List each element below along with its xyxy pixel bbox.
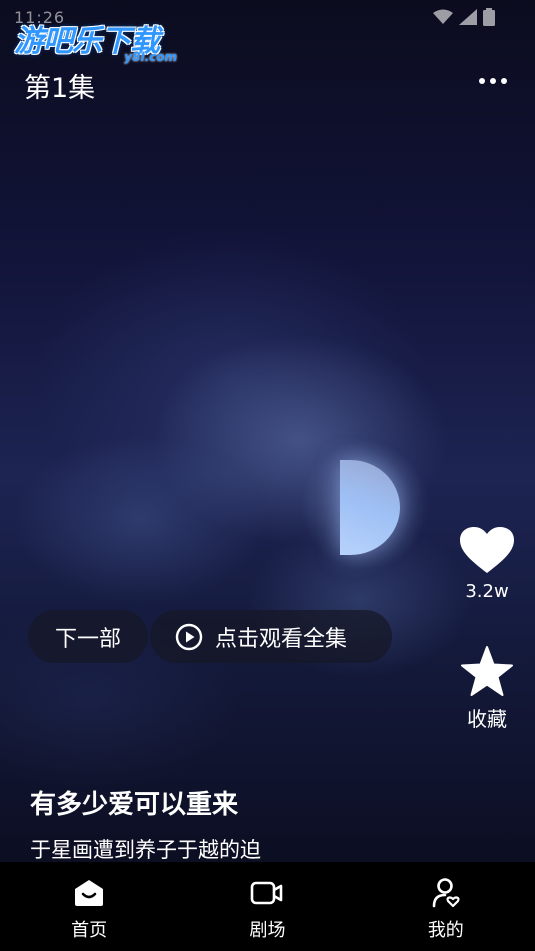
video-camera-icon xyxy=(250,876,284,910)
video-frame[interactable] xyxy=(0,0,535,862)
next-drama-label: 下一部 xyxy=(54,626,121,652)
watermark-logo: 游吧乐下载 y8l.com xyxy=(14,16,189,66)
nav-label-theater: 剧场 xyxy=(249,920,286,941)
more-options-button[interactable] xyxy=(479,74,507,88)
favorite-button[interactable]: 收藏 xyxy=(455,645,519,732)
more-dots-icon xyxy=(479,78,485,84)
star-icon xyxy=(461,646,513,696)
watermark-subtext: y8l.com xyxy=(124,50,177,64)
favorite-label: 收藏 xyxy=(467,707,507,731)
next-drama-button[interactable]: 下一部 xyxy=(28,610,148,663)
like-button[interactable]: 3.2w xyxy=(455,525,519,602)
nav-item-theater[interactable]: 剧场 xyxy=(178,862,356,951)
action-pills: 下一部 点击观看全集 xyxy=(28,610,392,663)
home-icon xyxy=(72,876,106,910)
episode-title: 第1集 xyxy=(24,73,96,104)
signal-icon xyxy=(459,9,477,25)
watch-all-label: 点击观看全集 xyxy=(215,626,348,652)
nav-label-home: 首页 xyxy=(71,920,108,941)
drama-title: 有多少爱可以重来 xyxy=(30,790,239,820)
heart-icon xyxy=(460,527,514,573)
like-count: 3.2w xyxy=(465,581,509,602)
drama-description[interactable]: 于星画遭到养子于越的迫 xyxy=(30,834,261,864)
battery-icon xyxy=(483,8,495,26)
wifi-icon xyxy=(433,9,453,25)
nav-item-home[interactable]: 首页 xyxy=(0,862,178,951)
play-circle-icon xyxy=(175,623,203,650)
profile-icon xyxy=(429,876,463,910)
status-icons xyxy=(433,8,495,26)
nav-label-profile: 我的 xyxy=(427,920,464,941)
nav-item-profile[interactable]: 我的 xyxy=(357,862,535,951)
watch-all-episodes-button[interactable]: 点击观看全集 xyxy=(150,610,392,663)
bottom-navigation: 首页 剧场 我的 xyxy=(0,862,535,951)
video-player-screen: 11:26 游吧乐下载 y8l.com 第1集 3.2w 收藏 下一部 点击观看… xyxy=(0,0,535,951)
